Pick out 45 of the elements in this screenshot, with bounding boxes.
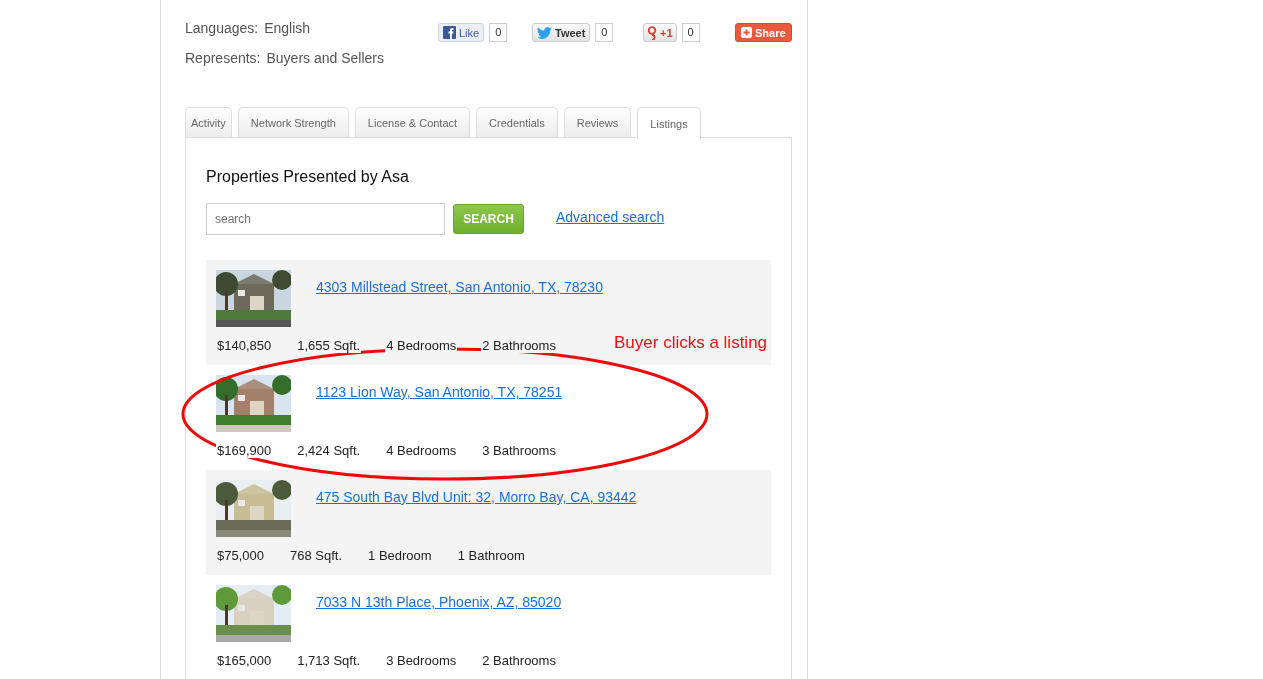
- listing-bedrooms: 4 Bedrooms: [385, 443, 458, 458]
- represents-value: Buyers and Sellers: [266, 50, 384, 68]
- listing-price: $75,000: [216, 548, 265, 563]
- annotation-text: Buyer clicks a listing: [614, 333, 768, 353]
- share-button[interactable]: Share: [735, 23, 792, 42]
- plus-one-button[interactable]: +1: [643, 23, 677, 42]
- represents-label: Represents:: [185, 50, 261, 68]
- share-count: 0: [489, 23, 508, 42]
- tweet-button[interactable]: Tweet: [532, 23, 591, 42]
- share-count: 0: [681, 23, 700, 42]
- listing-area: 768 Sqft.: [289, 548, 344, 563]
- bird-icon: [537, 26, 552, 39]
- languages-label: Languages:: [185, 20, 259, 38]
- profile-tab[interactable]: Credentials: [476, 107, 558, 138]
- listing-bedrooms: 3 Bedrooms: [385, 653, 458, 668]
- listing-address-link[interactable]: 4303 Millstead Street, San Antonio, TX, 78230: [316, 279, 603, 295]
- like-button[interactable]: Like: [438, 23, 485, 42]
- listing-bathrooms: 2 Bathrooms: [481, 653, 557, 668]
- listing-bathrooms: 1 Bathroom: [456, 548, 526, 563]
- listing-price: $165,000: [216, 653, 273, 668]
- search-field[interactable]: search: [206, 203, 445, 235]
- listing-address-link[interactable]: 1123 Lion Way, San Antonio, TX, 78251: [316, 384, 563, 400]
- listing-address-link[interactable]: 475 South Bay Blvd Unit: 32, Morro Bay, CA, 93442: [316, 489, 637, 505]
- advanced-search-link[interactable]: Advanced search: [556, 209, 665, 225]
- listing-bathrooms: 2 Bathrooms: [481, 338, 557, 353]
- listing-area: 1,713 Sqft.: [296, 653, 362, 668]
- listing-price: $140,850: [216, 338, 273, 353]
- profile-tab[interactable]: License & Contact: [354, 107, 471, 138]
- listing-bathrooms: 3 Bathrooms: [481, 443, 557, 458]
- listing-price: $169,900: [216, 443, 273, 458]
- listing-area: 1,655 Sqft.: [296, 338, 362, 353]
- listing-area: 2,424 Sqft.: [296, 443, 362, 458]
- listing-bedrooms: 4 Bedrooms: [385, 338, 458, 353]
- facebook-icon: [443, 26, 456, 39]
- listing-bedrooms: 1 Bedroom: [367, 548, 433, 563]
- profile-tab[interactable]: Network Strength: [237, 107, 349, 138]
- profile-tab[interactable]: Reviews: [563, 107, 632, 138]
- languages-value: English: [264, 20, 311, 38]
- profile-tab[interactable]: Listings: [637, 107, 701, 139]
- gplus-icon: [647, 25, 657, 40]
- plus-icon: [741, 27, 752, 38]
- listing-address-link[interactable]: 7033 N 13th Place, Phoenix, AZ, 85020: [316, 594, 562, 610]
- section-title: Properties Presented by Asa: [206, 168, 410, 186]
- share-count: 0: [595, 23, 614, 42]
- profile-tab[interactable]: Activity: [185, 107, 232, 138]
